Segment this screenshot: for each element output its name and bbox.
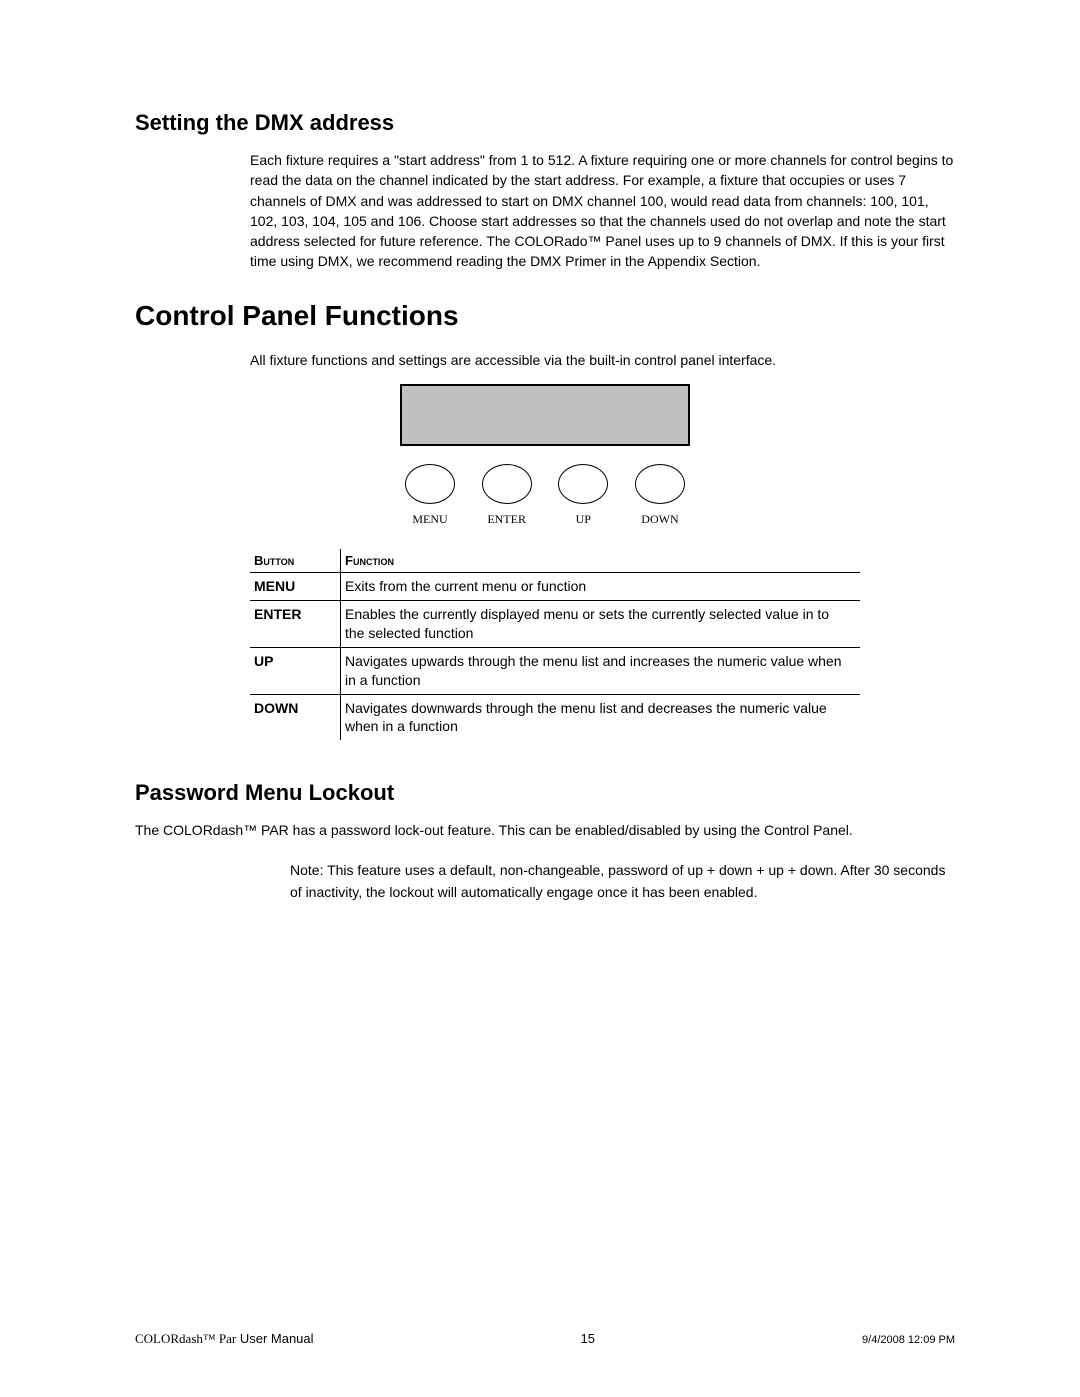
table-cell-button: UP: [250, 647, 341, 694]
table-row: DOWN Navigates downwards through the men…: [250, 694, 860, 740]
up-button-icon: [558, 464, 608, 504]
control-panel-figure: MENU ENTER UP DOWN: [390, 384, 700, 527]
table-cell-function: Exits from the current menu or function: [341, 573, 861, 601]
page-footer: COLORdash™ Par User Manual 15 9/4/2008 1…: [135, 1331, 955, 1347]
table-cell-function: Navigates downwards through the menu lis…: [341, 694, 861, 740]
table-cell-function: Enables the currently displayed menu or …: [341, 600, 861, 647]
footer-page-number: 15: [581, 1331, 595, 1346]
table-row: UP Navigates upwards through the menu li…: [250, 647, 860, 694]
heading-setting-dmx: Setting the DMX address: [135, 110, 955, 136]
paragraph-password-body: The COLORdash™ PAR has a password lock-o…: [135, 820, 955, 842]
table-cell-button: MENU: [250, 573, 341, 601]
down-button-icon: [635, 464, 685, 504]
button-label-enter: ENTER: [487, 512, 526, 527]
footer-product-sans: User Manual: [236, 1331, 313, 1346]
table-header-button: Button: [250, 549, 341, 573]
table-row: ENTER Enables the currently displayed me…: [250, 600, 860, 647]
menu-button-icon: [405, 464, 455, 504]
heading-password-lockout: Password Menu Lockout: [135, 780, 955, 806]
button-label-menu: MENU: [412, 512, 447, 527]
paragraph-password-note: Note: This feature uses a default, non-c…: [290, 860, 955, 903]
table-header-function: Function: [341, 549, 861, 573]
enter-button-icon: [482, 464, 532, 504]
table-cell-button: DOWN: [250, 694, 341, 740]
button-label-up: UP: [576, 512, 591, 527]
paragraph-control-intro: All fixture functions and settings are a…: [250, 350, 955, 370]
heading-control-panel-functions: Control Panel Functions: [135, 300, 955, 332]
paragraph-dmx-address: Each fixture requires a "start address" …: [250, 150, 955, 272]
lcd-display-icon: [400, 384, 690, 446]
footer-timestamp: 9/4/2008 12:09 PM: [862, 1334, 955, 1346]
button-label-down: DOWN: [641, 512, 678, 527]
table-row: MENU Exits from the current menu or func…: [250, 573, 860, 601]
footer-product-serif: COLORdash™ Par: [135, 1331, 236, 1346]
table-cell-function: Navigates upwards through the menu list …: [341, 647, 861, 694]
table-cell-button: ENTER: [250, 600, 341, 647]
button-function-table: Button Function MENU Exits from the curr…: [250, 549, 860, 740]
